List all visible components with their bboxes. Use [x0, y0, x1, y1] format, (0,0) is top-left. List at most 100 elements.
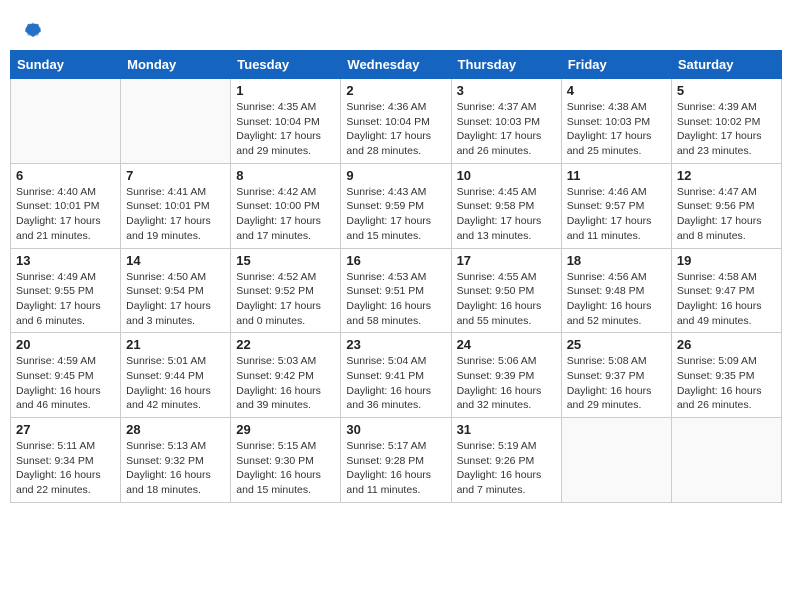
- day-number: 1: [236, 83, 335, 98]
- day-info: Sunrise: 5:06 AM Sunset: 9:39 PM Dayligh…: [457, 354, 556, 413]
- calendar-table: SundayMondayTuesdayWednesdayThursdayFrid…: [10, 50, 782, 503]
- day-info: Sunrise: 4:55 AM Sunset: 9:50 PM Dayligh…: [457, 270, 556, 329]
- day-info: Sunrise: 4:53 AM Sunset: 9:51 PM Dayligh…: [346, 270, 445, 329]
- calendar-cell: 28 Sunrise: 5:13 AM Sunset: 9:32 PM Dayli…: [121, 418, 231, 503]
- page-header: [10, 10, 782, 44]
- calendar-cell: 14 Sunrise: 4:50 AM Sunset: 9:54 PM Dayli…: [121, 248, 231, 333]
- day-number: 9: [346, 168, 445, 183]
- day-info: Sunrise: 4:38 AM Sunset: 10:03 PM Daylig…: [567, 100, 666, 159]
- day-info: Sunrise: 5:17 AM Sunset: 9:28 PM Dayligh…: [346, 439, 445, 498]
- calendar-cell: 22 Sunrise: 5:03 AM Sunset: 9:42 PM Dayli…: [231, 333, 341, 418]
- calendar-cell: 1 Sunrise: 4:35 AM Sunset: 10:04 PM Dayli…: [231, 79, 341, 164]
- calendar-cell: 11Sunrise: 4:46 AM Sunset: 9:57 PM Dayli…: [561, 163, 671, 248]
- day-number: 12: [677, 168, 776, 183]
- calendar-cell: 8 Sunrise: 4:42 AM Sunset: 10:00 PM Dayli…: [231, 163, 341, 248]
- day-info: Sunrise: 4:49 AM Sunset: 9:55 PM Dayligh…: [16, 270, 115, 329]
- day-info: Sunrise: 4:56 AM Sunset: 9:48 PM Dayligh…: [567, 270, 666, 329]
- day-header-sunday: Sunday: [11, 51, 121, 79]
- day-info: Sunrise: 4:37 AM Sunset: 10:03 PM Daylig…: [457, 100, 556, 159]
- day-number: 2: [346, 83, 445, 98]
- day-info: Sunrise: 5:11 AM Sunset: 9:34 PM Dayligh…: [16, 439, 115, 498]
- day-number: 20: [16, 337, 115, 352]
- calendar-cell: 6Sunrise: 4:40 AM Sunset: 10:01 PM Dayli…: [11, 163, 121, 248]
- day-info: Sunrise: 4:41 AM Sunset: 10:01 PM Daylig…: [126, 185, 225, 244]
- calendar-cell: 26Sunrise: 5:09 AM Sunset: 9:35 PM Dayli…: [671, 333, 781, 418]
- day-info: Sunrise: 4:59 AM Sunset: 9:45 PM Dayligh…: [16, 354, 115, 413]
- day-info: Sunrise: 4:36 AM Sunset: 10:04 PM Daylig…: [346, 100, 445, 159]
- calendar-cell: 5 Sunrise: 4:39 AM Sunset: 10:02 PM Dayli…: [671, 79, 781, 164]
- day-number: 30: [346, 422, 445, 437]
- calendar-cell: 20 Sunrise: 4:59 AM Sunset: 9:45 PM Dayli…: [11, 333, 121, 418]
- calendar-cell: 17 Sunrise: 4:55 AM Sunset: 9:50 PM Dayli…: [451, 248, 561, 333]
- calendar-cell: 7 Sunrise: 4:41 AM Sunset: 10:01 PM Dayli…: [121, 163, 231, 248]
- day-info: Sunrise: 5:19 AM Sunset: 9:26 PM Dayligh…: [457, 439, 556, 498]
- calendar-cell: 16 Sunrise: 4:53 AM Sunset: 9:51 PM Dayli…: [341, 248, 451, 333]
- calendar-cell: 30 Sunrise: 5:17 AM Sunset: 9:28 PM Dayli…: [341, 418, 451, 503]
- day-number: 10: [457, 168, 556, 183]
- calendar-week-row: 20 Sunrise: 4:59 AM Sunset: 9:45 PM Dayli…: [11, 333, 782, 418]
- day-number: 28: [126, 422, 225, 437]
- calendar-cell: 13 Sunrise: 4:49 AM Sunset: 9:55 PM Dayli…: [11, 248, 121, 333]
- calendar-body: 1 Sunrise: 4:35 AM Sunset: 10:04 PM Dayli…: [11, 79, 782, 503]
- calendar-week-row: 13 Sunrise: 4:49 AM Sunset: 9:55 PM Dayli…: [11, 248, 782, 333]
- day-number: 3: [457, 83, 556, 98]
- day-info: Sunrise: 5:08 AM Sunset: 9:37 PM Dayligh…: [567, 354, 666, 413]
- day-header-friday: Friday: [561, 51, 671, 79]
- day-header-thursday: Thursday: [451, 51, 561, 79]
- day-info: Sunrise: 5:15 AM Sunset: 9:30 PM Dayligh…: [236, 439, 335, 498]
- calendar-cell: 4Sunrise: 4:38 AM Sunset: 10:03 PM Dayli…: [561, 79, 671, 164]
- day-number: 26: [677, 337, 776, 352]
- calendar-cell: 25Sunrise: 5:08 AM Sunset: 9:37 PM Dayli…: [561, 333, 671, 418]
- day-number: 21: [126, 337, 225, 352]
- day-number: 8: [236, 168, 335, 183]
- day-number: 22: [236, 337, 335, 352]
- day-number: 15: [236, 253, 335, 268]
- calendar-cell: 29 Sunrise: 5:15 AM Sunset: 9:30 PM Dayli…: [231, 418, 341, 503]
- calendar-cell: 21Sunrise: 5:01 AM Sunset: 9:44 PM Dayli…: [121, 333, 231, 418]
- day-info: Sunrise: 4:42 AM Sunset: 10:00 PM Daylig…: [236, 185, 335, 244]
- calendar-cell: [671, 418, 781, 503]
- calendar-cell: [561, 418, 671, 503]
- calendar-cell: 23Sunrise: 5:04 AM Sunset: 9:41 PM Dayli…: [341, 333, 451, 418]
- day-number: 5: [677, 83, 776, 98]
- calendar-week-row: 27Sunrise: 5:11 AM Sunset: 9:34 PM Dayli…: [11, 418, 782, 503]
- day-number: 11: [567, 168, 666, 183]
- calendar-cell: 19 Sunrise: 4:58 AM Sunset: 9:47 PM Dayli…: [671, 248, 781, 333]
- day-header-saturday: Saturday: [671, 51, 781, 79]
- day-info: Sunrise: 4:35 AM Sunset: 10:04 PM Daylig…: [236, 100, 335, 159]
- calendar-cell: 10Sunrise: 4:45 AM Sunset: 9:58 PM Dayli…: [451, 163, 561, 248]
- day-number: 19: [677, 253, 776, 268]
- day-number: 31: [457, 422, 556, 437]
- calendar-cell: 31 Sunrise: 5:19 AM Sunset: 9:26 PM Dayli…: [451, 418, 561, 503]
- day-info: Sunrise: 4:39 AM Sunset: 10:02 PM Daylig…: [677, 100, 776, 159]
- calendar-cell: 3 Sunrise: 4:37 AM Sunset: 10:03 PM Dayli…: [451, 79, 561, 164]
- calendar-cell: 2 Sunrise: 4:36 AM Sunset: 10:04 PM Dayli…: [341, 79, 451, 164]
- day-info: Sunrise: 5:13 AM Sunset: 9:32 PM Dayligh…: [126, 439, 225, 498]
- calendar-cell: [11, 79, 121, 164]
- calendar-week-row: 1 Sunrise: 4:35 AM Sunset: 10:04 PM Dayli…: [11, 79, 782, 164]
- day-info: Sunrise: 4:58 AM Sunset: 9:47 PM Dayligh…: [677, 270, 776, 329]
- day-number: 23: [346, 337, 445, 352]
- day-header-wednesday: Wednesday: [341, 51, 451, 79]
- day-info: Sunrise: 5:03 AM Sunset: 9:42 PM Dayligh…: [236, 354, 335, 413]
- calendar-week-row: 6Sunrise: 4:40 AM Sunset: 10:01 PM Dayli…: [11, 163, 782, 248]
- calendar-cell: 12 Sunrise: 4:47 AM Sunset: 9:56 PM Dayli…: [671, 163, 781, 248]
- day-info: Sunrise: 4:52 AM Sunset: 9:52 PM Dayligh…: [236, 270, 335, 329]
- calendar-cell: 24 Sunrise: 5:06 AM Sunset: 9:39 PM Dayli…: [451, 333, 561, 418]
- calendar-cell: 18Sunrise: 4:56 AM Sunset: 9:48 PM Dayli…: [561, 248, 671, 333]
- day-number: 7: [126, 168, 225, 183]
- day-number: 16: [346, 253, 445, 268]
- day-number: 13: [16, 253, 115, 268]
- day-number: 14: [126, 253, 225, 268]
- calendar-cell: [121, 79, 231, 164]
- day-number: 29: [236, 422, 335, 437]
- day-info: Sunrise: 4:47 AM Sunset: 9:56 PM Dayligh…: [677, 185, 776, 244]
- day-info: Sunrise: 4:43 AM Sunset: 9:59 PM Dayligh…: [346, 185, 445, 244]
- logo-icon: [22, 18, 44, 40]
- calendar-cell: 9 Sunrise: 4:43 AM Sunset: 9:59 PM Daylig…: [341, 163, 451, 248]
- day-number: 17: [457, 253, 556, 268]
- day-number: 24: [457, 337, 556, 352]
- day-header-tuesday: Tuesday: [231, 51, 341, 79]
- calendar-header-row: SundayMondayTuesdayWednesdayThursdayFrid…: [11, 51, 782, 79]
- day-info: Sunrise: 4:50 AM Sunset: 9:54 PM Dayligh…: [126, 270, 225, 329]
